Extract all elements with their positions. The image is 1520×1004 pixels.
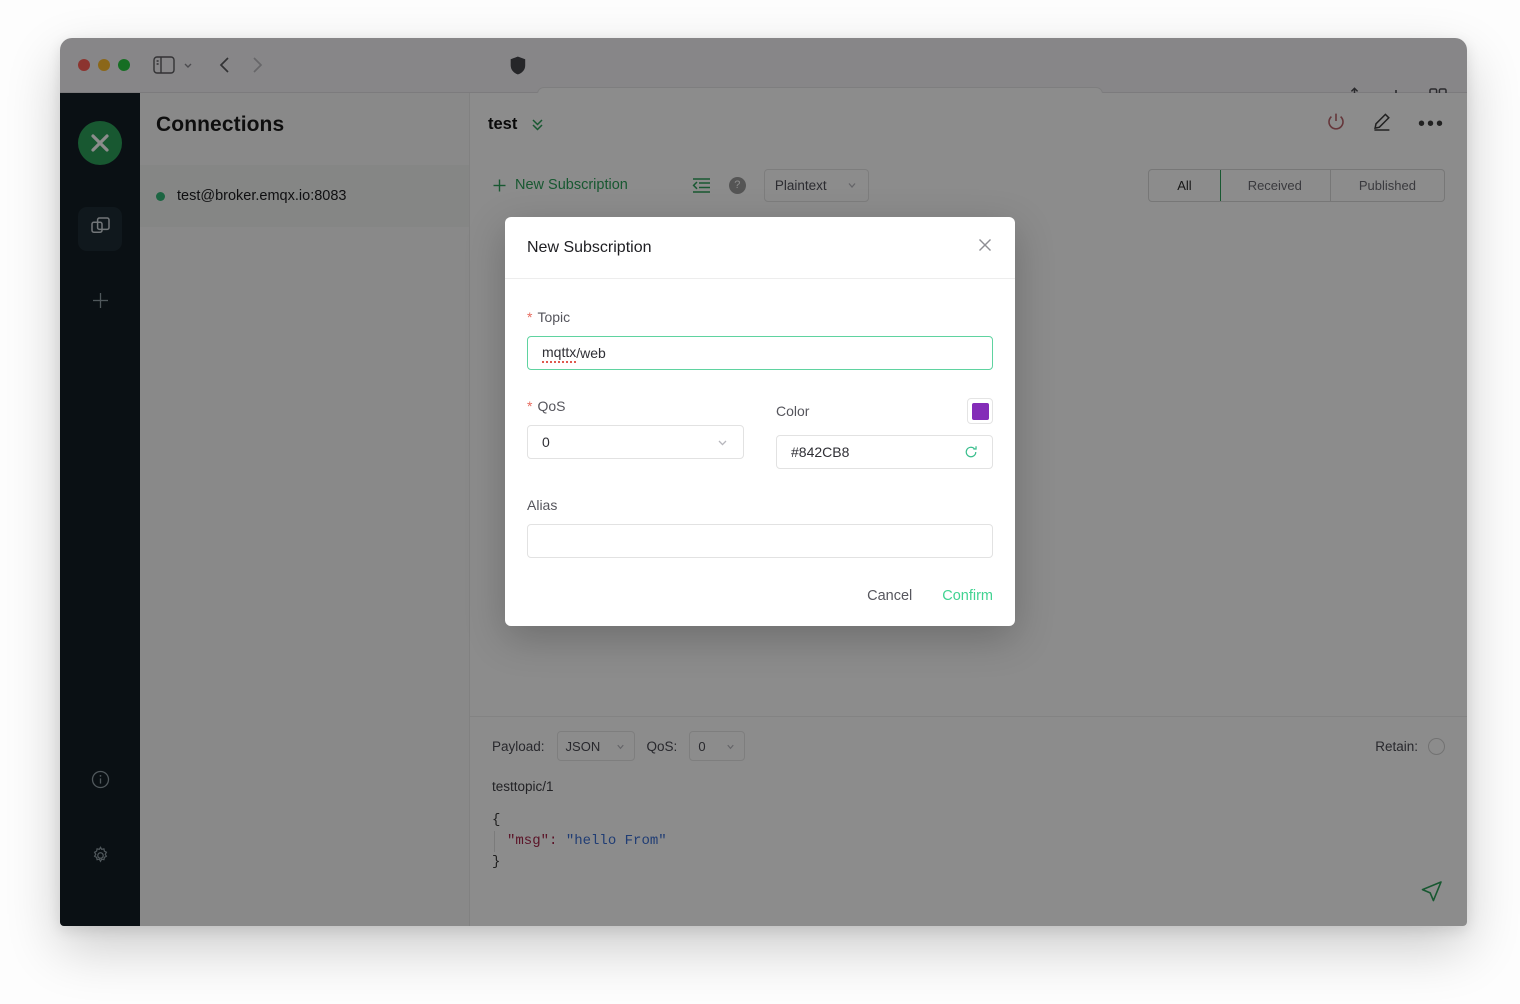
- required-mark: *: [527, 398, 532, 414]
- qos-color-row: * QoS 0 Color: [527, 398, 993, 469]
- close-icon[interactable]: [977, 237, 993, 258]
- qos-field: * QoS 0: [527, 398, 744, 469]
- qos-value: 0: [542, 434, 550, 450]
- dialog-footer: Cancel Confirm: [505, 562, 1015, 626]
- color-label: Color: [776, 403, 809, 419]
- topic-field-label: * Topic: [527, 309, 993, 325]
- topic-value-rest: /web: [576, 345, 606, 361]
- chevron-down-icon: [716, 436, 729, 449]
- dialog-header: New Subscription: [505, 217, 1015, 279]
- alias-label: Alias: [527, 497, 557, 513]
- color-field: Color #842CB8: [776, 398, 993, 469]
- color-value: #842CB8: [791, 444, 849, 460]
- page-root: Not Secure — emqx.io: [0, 0, 1520, 1004]
- color-swatch: [972, 403, 989, 420]
- dialog-title: New Subscription: [527, 239, 652, 257]
- alias-input[interactable]: [527, 524, 993, 558]
- alias-field: Alias: [527, 497, 993, 558]
- dialog-body: * Topic mqttx/web * QoS 0: [505, 279, 1015, 562]
- topic-input[interactable]: mqttx/web: [527, 336, 993, 370]
- qos-field-label: * QoS: [527, 398, 744, 414]
- cancel-button[interactable]: Cancel: [867, 588, 912, 604]
- color-field-label: Color: [776, 398, 993, 424]
- required-mark: *: [527, 309, 532, 325]
- alias-field-label: Alias: [527, 497, 993, 513]
- qos-label: QoS: [537, 398, 565, 414]
- color-swatch-button[interactable]: [967, 398, 993, 424]
- confirm-button[interactable]: Confirm: [942, 588, 993, 604]
- qos-select[interactable]: 0: [527, 425, 744, 459]
- color-input[interactable]: #842CB8: [776, 435, 993, 469]
- topic-label: Topic: [537, 309, 570, 325]
- refresh-icon[interactable]: [964, 445, 978, 459]
- topic-value-misspelled: mqttx: [542, 344, 576, 363]
- new-subscription-dialog: New Subscription * Topic mqttx/web * QoS: [505, 217, 1015, 626]
